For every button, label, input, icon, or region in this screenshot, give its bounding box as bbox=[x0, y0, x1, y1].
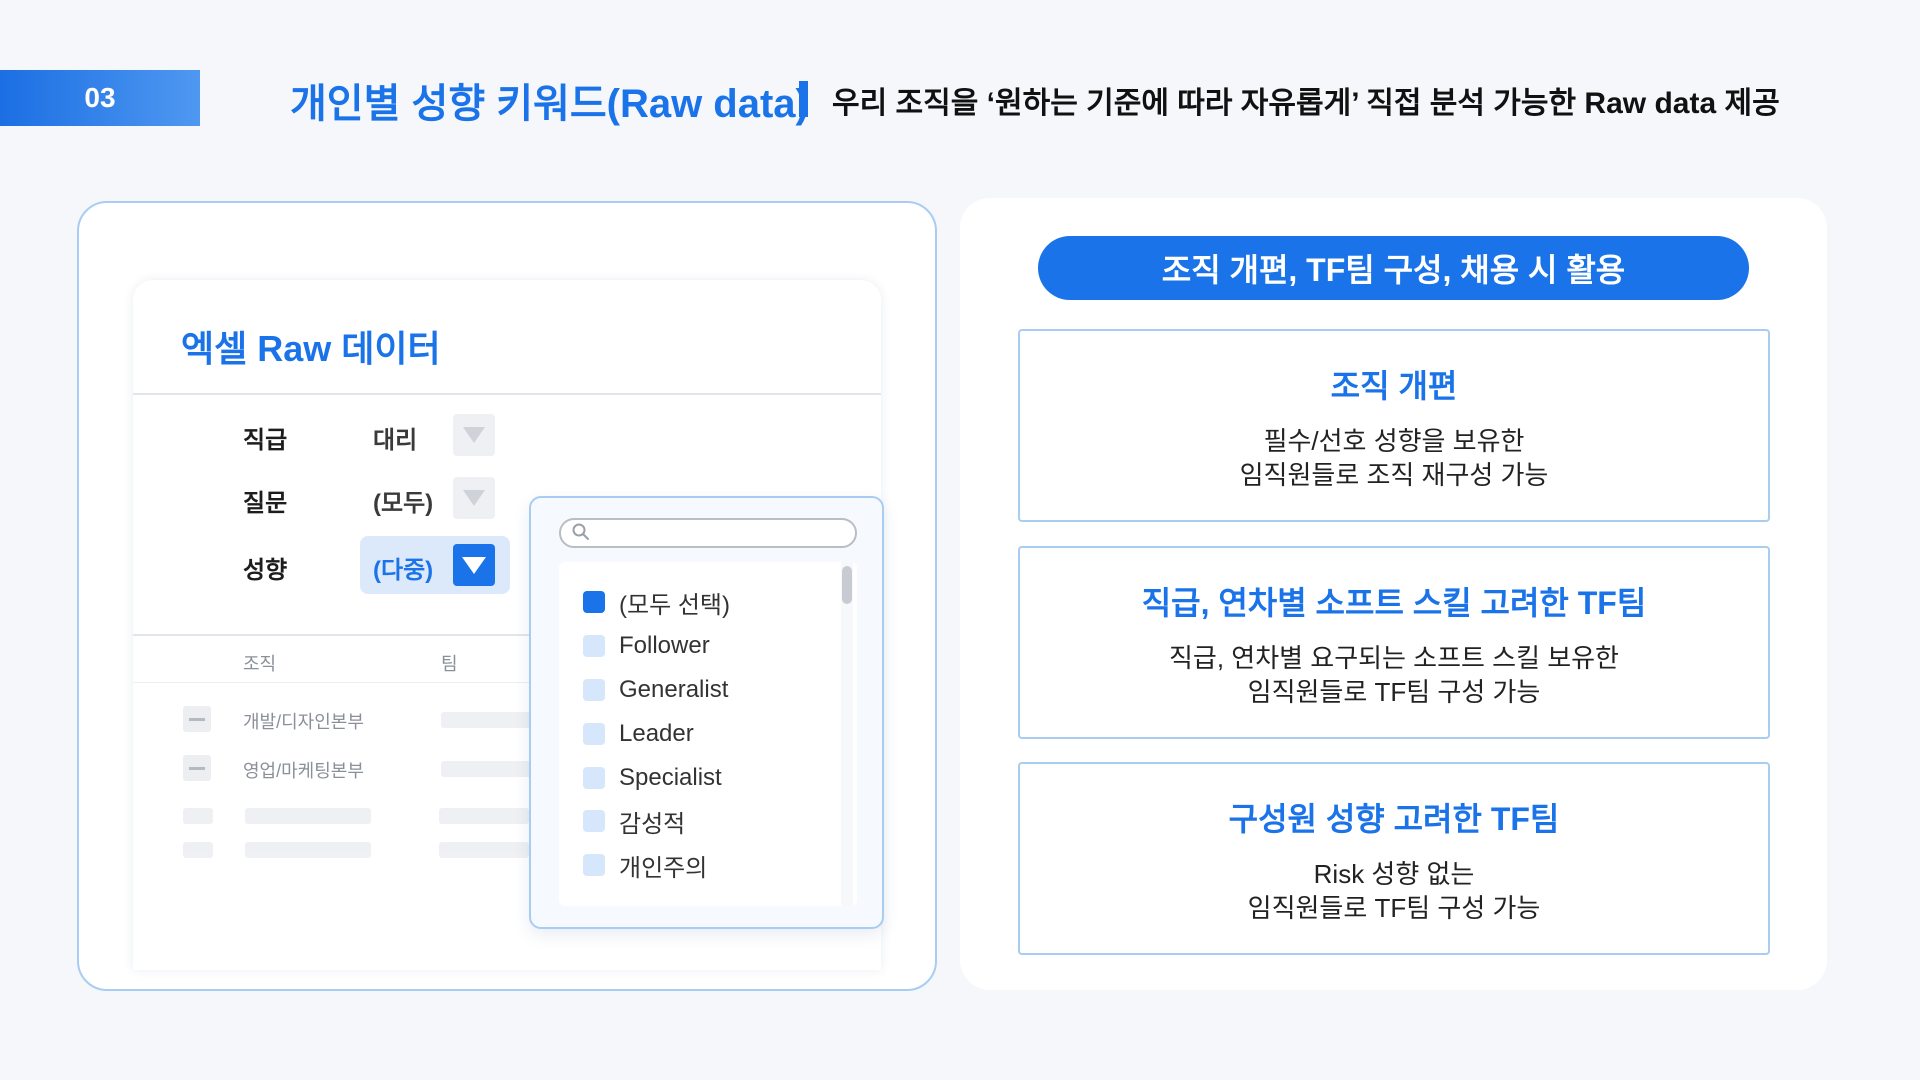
placeholder-bar bbox=[439, 808, 529, 824]
option-individualism[interactable]: 개인주의 bbox=[583, 848, 707, 882]
placeholder-bar bbox=[245, 842, 371, 858]
page-subtitle: 우리 조직을 ‘원하는 기준에 따라 자유롭게’ 직접 분석 가능한 Raw d… bbox=[832, 87, 1780, 120]
tendency-dropdown-menu[interactable]: (모두 선택) Follower Generalist Leader Speci… bbox=[529, 496, 884, 929]
usage-heading: 조직 개편, TF팀 구성, 채용 시 활용 bbox=[1038, 236, 1749, 300]
option-label: Generalist bbox=[619, 676, 729, 703]
chevron-down-icon[interactable] bbox=[453, 477, 495, 519]
option-select-all[interactable]: (모두 선택) bbox=[583, 585, 730, 619]
filter-value-tendency[interactable]: (다중) bbox=[373, 550, 433, 585]
placeholder-bar bbox=[441, 712, 531, 728]
filter-label-question: 질문 bbox=[243, 490, 288, 517]
placeholder-bar bbox=[439, 842, 529, 858]
option-label: (모두 선택) bbox=[619, 591, 730, 619]
checkbox-icon[interactable] bbox=[583, 810, 605, 832]
minus-icon[interactable] bbox=[183, 706, 211, 732]
option-leader[interactable]: Leader bbox=[583, 717, 694, 751]
filter-value-question[interactable]: (모두) bbox=[373, 483, 433, 518]
option-follower[interactable]: Follower bbox=[583, 629, 710, 663]
table-row: 영업/마케팅본부 bbox=[243, 761, 364, 781]
excel-title: 엑셀 Raw 데이터 bbox=[181, 328, 441, 369]
card-title: 직급, 연차별 소프트 스킬 고려한 TF팀 bbox=[1141, 585, 1647, 621]
placeholder-bar bbox=[183, 842, 213, 858]
search-input[interactable] bbox=[559, 518, 857, 548]
table-row: 개발/디자인본부 bbox=[243, 712, 364, 732]
option-label: 개인주의 bbox=[619, 854, 708, 882]
option-generalist[interactable]: Generalist bbox=[583, 673, 728, 707]
card-description: 임직원들로 TF팀 구성 가능 bbox=[1247, 893, 1541, 923]
card-title: 구성원 성향 고려한 TF팀 bbox=[1228, 801, 1560, 837]
option-label: Leader bbox=[619, 720, 694, 747]
checkbox-icon[interactable] bbox=[583, 854, 605, 876]
option-emotional[interactable]: 감성적 bbox=[583, 804, 685, 838]
scrollbar[interactable] bbox=[841, 562, 853, 906]
page-number-badge: 03 bbox=[0, 70, 200, 126]
checkbox-icon[interactable] bbox=[583, 767, 605, 789]
placeholder-bar bbox=[183, 808, 213, 824]
filter-value-grade[interactable]: 대리 bbox=[373, 420, 417, 455]
chevron-down-icon[interactable] bbox=[453, 544, 495, 586]
placeholder-bar bbox=[245, 808, 371, 824]
title-divider bbox=[799, 81, 808, 117]
placeholder-bar bbox=[441, 761, 531, 777]
column-header-team: 팀 bbox=[441, 654, 458, 674]
search-icon bbox=[572, 523, 589, 540]
filter-label-grade: 직급 bbox=[243, 427, 288, 454]
card-description: 임직원들로 TF팀 구성 가능 bbox=[1247, 677, 1541, 707]
scrollbar-thumb[interactable] bbox=[842, 566, 852, 604]
option-specialist[interactable]: Specialist bbox=[583, 761, 722, 795]
option-label: Follower bbox=[619, 632, 710, 659]
chevron-down-icon[interactable] bbox=[453, 414, 495, 456]
minus-icon[interactable] bbox=[183, 755, 211, 781]
checkbox-icon[interactable] bbox=[583, 635, 605, 657]
filter-label-tendency: 성향 bbox=[243, 557, 288, 584]
column-header-org: 조직 bbox=[243, 654, 277, 674]
usage-card-reorg: 조직 개편 필수/선호 성향을 보유한 임직원들로 조직 재구성 가능 bbox=[1018, 329, 1770, 522]
card-description: 필수/선호 성향을 보유한 bbox=[1263, 426, 1525, 456]
option-label: Specialist bbox=[619, 764, 722, 791]
card-title: 조직 개편 bbox=[1330, 368, 1458, 404]
checkbox-icon[interactable] bbox=[583, 591, 605, 613]
card-description: Risk 성향 없는 bbox=[1313, 859, 1475, 889]
card-description: 직급, 연차별 요구되는 소프트 스킬 보유한 bbox=[1169, 643, 1619, 673]
usage-card-softskill-tf: 직급, 연차별 소프트 스킬 고려한 TF팀 직급, 연차별 요구되는 소프트 … bbox=[1018, 546, 1770, 739]
checkbox-icon[interactable] bbox=[583, 679, 605, 701]
checkbox-icon[interactable] bbox=[583, 723, 605, 745]
option-label: 감성적 bbox=[619, 810, 686, 838]
usage-card-tendency-tf: 구성원 성향 고려한 TF팀 Risk 성향 없는 임직원들로 TF팀 구성 가… bbox=[1018, 762, 1770, 955]
excel-title-divider bbox=[133, 393, 881, 395]
card-description: 임직원들로 조직 재구성 가능 bbox=[1239, 460, 1549, 490]
page-title: 개인별 성향 키워드(Raw data) bbox=[290, 82, 809, 126]
